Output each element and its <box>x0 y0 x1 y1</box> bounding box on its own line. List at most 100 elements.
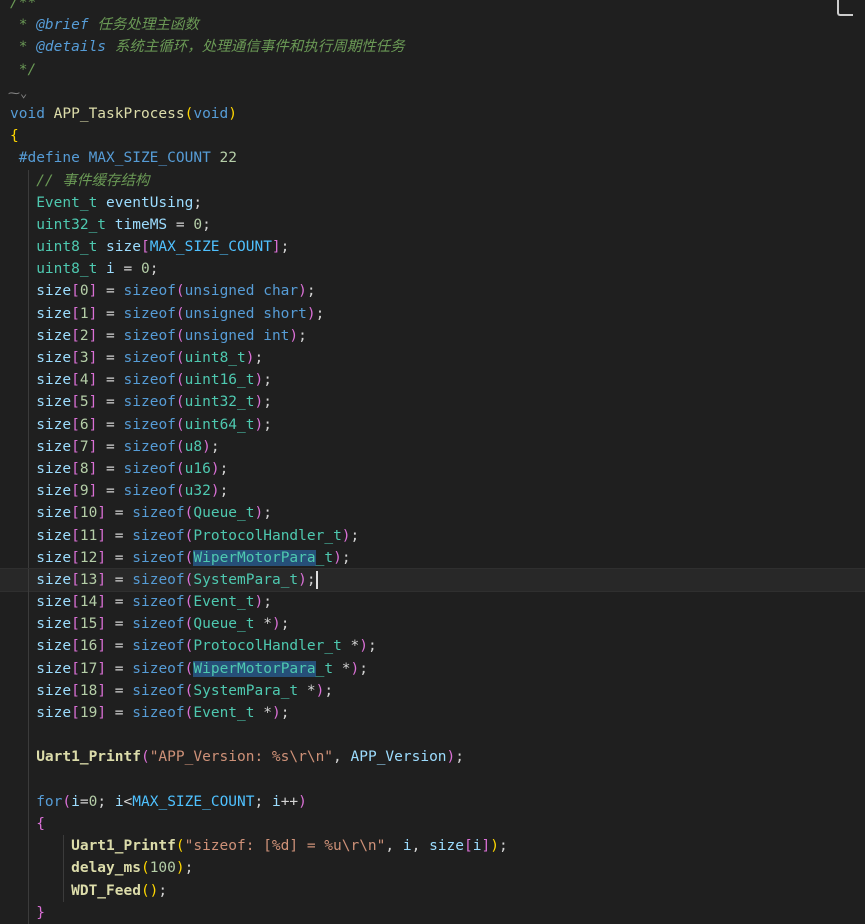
code-token: 14 <box>79 594 98 611</box>
code-line[interactable]: size[19] = sizeof(Event_t *); <box>0 702 865 725</box>
code-token: APP_Version <box>350 749 447 766</box>
code-line[interactable]: void APP_TaskProcess(void) <box>0 103 865 125</box>
code-token: [ <box>71 416 80 433</box>
code-token: * <box>298 682 316 699</box>
code-line[interactable]: size[7] = sizeof(u8); <box>0 435 865 458</box>
code-line[interactable]: for(i=0; i<MAX_SIZE_COUNT; i++) <box>0 790 865 813</box>
code-line[interactable]: uint8_t i = 0; <box>0 258 865 281</box>
code-token: = <box>97 350 124 366</box>
code-line[interactable]: size[16] = sizeof(ProtocolHandler_t *); <box>0 635 865 658</box>
code-token: size <box>429 838 464 855</box>
code-token: 10 <box>79 505 98 522</box>
code-line[interactable]: uint8_t size[MAX_SIZE_COUNT]; <box>0 236 865 259</box>
code-line[interactable]: { <box>0 125 865 147</box>
code-line[interactable]: size[2] = sizeof(unsigned int); <box>0 324 865 347</box>
code-token: ) <box>254 505 264 522</box>
code-token: size <box>36 372 72 389</box>
code-token: sizeof <box>132 594 185 611</box>
indent-guide <box>28 413 29 436</box>
indent-guide <box>63 835 64 858</box>
code-token: ++ <box>280 793 299 810</box>
code-line[interactable]: } <box>0 901 865 924</box>
code-token: ) <box>254 594 264 611</box>
code-line[interactable]: size[8] = sizeof(u16); <box>0 457 865 481</box>
code-token: ; <box>184 860 194 877</box>
code-line[interactable]: WDT_Feed(); <box>0 879 865 902</box>
code-token: ] <box>97 571 107 588</box>
code-token: ( <box>175 483 185 500</box>
code-line[interactable]: size[11] = sizeof(ProtocolHandler_t); <box>0 524 865 547</box>
code-line[interactable]: size[1] = sizeof(unsigned short); <box>0 302 865 325</box>
code-line[interactable]: * @brief 任务处理主函数 <box>0 14 865 36</box>
code-line[interactable]: size[0] = sizeof(unsigned char); <box>0 280 865 303</box>
code-line[interactable]: size[13] = sizeof(SystemPara_t); <box>0 567 865 593</box>
code-line[interactable]: size[3] = sizeof(uint8_t); <box>0 347 865 370</box>
code-token: size <box>36 571 72 588</box>
scrollbar-indicator[interactable] <box>837 0 853 16</box>
code-token: uint32_t <box>36 216 107 233</box>
code-line[interactable]: Uart1_Printf("sizeof: [%d] = %u\r\n", i,… <box>0 835 865 858</box>
code-token: ; <box>263 416 272 433</box>
code-token: SystemPara_t <box>193 682 299 699</box>
code-token: ( <box>175 416 185 433</box>
code-line[interactable]: /** <box>0 0 865 14</box>
text-cursor <box>315 570 318 589</box>
code-token: ProtocolHandler_t <box>193 527 342 544</box>
code-line[interactable]: */ <box>0 59 865 81</box>
code-line[interactable]: size[15] = sizeof(Queue_t *); <box>0 613 865 636</box>
indent-guide <box>28 302 29 325</box>
code-token: = <box>106 616 133 633</box>
code-line[interactable]: size[4] = sizeof(uint16_t); <box>0 369 865 392</box>
code-line[interactable]: size[6] = sizeof(uint64_t); <box>0 413 865 436</box>
code-token: uint8_t <box>36 261 98 278</box>
indent-guide <box>28 835 29 858</box>
code-token: ; <box>193 194 203 211</box>
code-line[interactable]: // 事件缓存结构 <box>0 169 865 192</box>
folding-chevron-icon[interactable]: ⁓⌄ <box>8 84 38 102</box>
code-token: * <box>341 638 360 655</box>
indent-guide <box>28 657 29 680</box>
code-editor[interactable]: /** * @brief 任务处理主函数 * @details 系统主循环，处理… <box>0 0 865 924</box>
indent-guide <box>28 790 29 813</box>
code-line[interactable]: size[5] = sizeof(uint32_t); <box>0 391 865 414</box>
code-token: ; <box>306 283 316 300</box>
code-line[interactable]: Uart1_Printf("APP_Version: %s\r\n", APP_… <box>0 746 865 769</box>
code-token: sizeof <box>123 350 176 366</box>
code-line[interactable]: delay_ms(100); <box>0 857 865 880</box>
code-line[interactable]: uint32_t timeMS = 0; <box>0 213 865 237</box>
code-token: ; <box>97 793 115 810</box>
code-line[interactable]: size[9] = sizeof(u32); <box>0 480 865 503</box>
code-line[interactable]: #define MAX_SIZE_COUNT 22 <box>0 147 865 169</box>
code-token: ] <box>97 660 107 677</box>
code-token: ; <box>324 682 334 699</box>
code-token: = <box>97 327 124 344</box>
code-token: WDT_Feed <box>71 882 141 899</box>
code-token: * <box>254 705 272 721</box>
code-token: = <box>106 549 133 566</box>
code-token: u32 <box>184 483 211 500</box>
code-token: MAX_SIZE_COUNT <box>132 793 255 810</box>
code-token: ; <box>263 394 272 411</box>
code-line[interactable]: size[18] = sizeof(SystemPara_t *); <box>0 679 865 702</box>
code-line[interactable] <box>0 81 865 103</box>
code-line[interactable] <box>0 724 865 747</box>
code-line[interactable] <box>0 768 865 791</box>
code-line[interactable]: Event_t eventUsing; <box>0 191 865 214</box>
code-line[interactable]: * @details 系统主循环，处理通信事件和执行周期性任务 <box>0 36 865 58</box>
code-line[interactable]: size[14] = sizeof(Event_t); <box>0 591 865 614</box>
code-line[interactable]: size[12] = sizeof(WiperMotorPara_t); <box>0 546 865 569</box>
code-line[interactable]: size[17] = sizeof(WiperMotorPara_t *); <box>0 657 865 680</box>
code-token: _t <box>315 660 334 677</box>
code-token: eventUsing <box>106 194 194 211</box>
code-token: = <box>97 372 124 389</box>
code-line[interactable]: { <box>0 812 865 836</box>
code-line[interactable]: size[10] = sizeof(Queue_t); <box>0 502 865 525</box>
code-token: ] <box>97 594 107 611</box>
code-token: 15 <box>79 616 98 633</box>
